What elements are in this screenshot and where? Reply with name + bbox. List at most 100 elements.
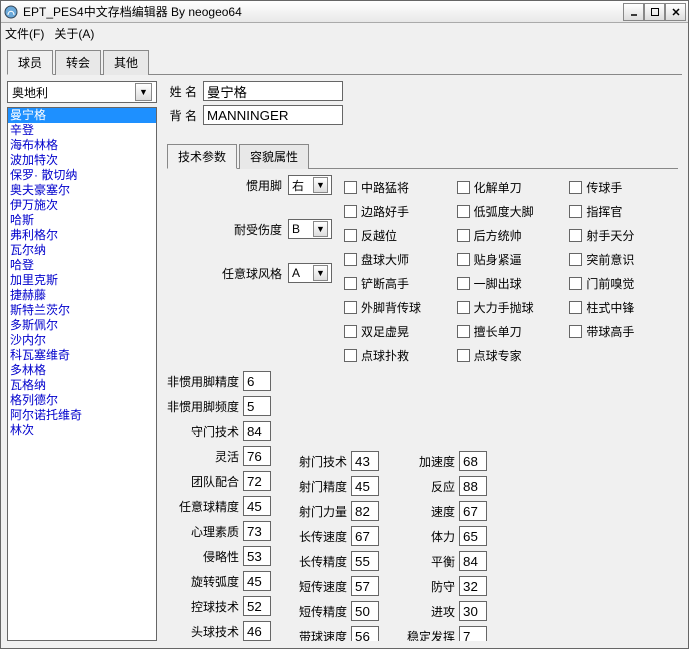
stat-input[interactable] xyxy=(459,576,487,596)
ability-check[interactable]: 点球专家 xyxy=(457,343,566,367)
list-item[interactable]: 海布林格 xyxy=(8,138,156,153)
stat-input[interactable] xyxy=(459,476,487,496)
tab-player[interactable]: 球员 xyxy=(7,50,53,75)
ability-check[interactable]: 一脚出球 xyxy=(457,271,566,295)
stat-input[interactable] xyxy=(351,551,379,571)
list-item[interactable]: 哈斯 xyxy=(8,213,156,228)
ability-check[interactable]: 盘球大师 xyxy=(344,247,453,271)
stat-input[interactable] xyxy=(351,451,379,471)
check-label: 铲断高手 xyxy=(361,275,409,292)
stat-input[interactable] xyxy=(243,596,271,616)
stat-row: 长传速度 xyxy=(299,526,379,546)
fk-combo[interactable]: A ▼ xyxy=(288,263,332,283)
stat-input[interactable] xyxy=(351,476,379,496)
ability-check[interactable]: 反越位 xyxy=(344,223,453,247)
stat-input[interactable] xyxy=(243,421,271,441)
list-item[interactable]: 科瓦塞维奇 xyxy=(8,348,156,363)
ability-check[interactable]: 化解单刀 xyxy=(457,175,566,199)
list-item[interactable]: 多林格 xyxy=(8,363,156,378)
backname-input[interactable] xyxy=(203,105,343,125)
list-item[interactable]: 沙内尔 xyxy=(8,333,156,348)
ability-check[interactable]: 带球高手 xyxy=(569,319,678,343)
ability-check[interactable]: 贴身紧逼 xyxy=(457,247,566,271)
tab-other[interactable]: 其他 xyxy=(103,50,149,75)
tab-appearance[interactable]: 容貌属性 xyxy=(239,144,309,169)
list-item[interactable]: 阿尔诺托维奇 xyxy=(8,408,156,423)
stat-row: 心理素质 xyxy=(167,521,271,541)
name-input[interactable] xyxy=(203,81,343,101)
stat-input[interactable] xyxy=(243,521,271,541)
stat-input[interactable] xyxy=(459,451,487,471)
list-item[interactable]: 林次 xyxy=(8,423,156,438)
ability-check[interactable]: 双足虚晃 xyxy=(344,319,453,343)
stat-input[interactable] xyxy=(459,526,487,546)
stat-input[interactable] xyxy=(243,446,271,466)
stat-input[interactable] xyxy=(243,496,271,516)
ability-check[interactable]: 点球扑救 xyxy=(344,343,453,367)
menu-file[interactable]: 文件(F) xyxy=(5,25,44,42)
ability-check[interactable]: 柱式中锋 xyxy=(569,295,678,319)
stat-input[interactable] xyxy=(459,551,487,571)
stat-input[interactable] xyxy=(243,396,271,416)
ability-check[interactable]: 后方统帅 xyxy=(457,223,566,247)
stat-input[interactable] xyxy=(351,526,379,546)
list-item[interactable]: 瓦格纳 xyxy=(8,378,156,393)
stat-input[interactable] xyxy=(351,576,379,596)
ability-check[interactable]: 突前意识 xyxy=(569,247,678,271)
list-item[interactable]: 斯特兰茨尔 xyxy=(8,303,156,318)
list-item[interactable]: 曼宁格 xyxy=(8,108,156,123)
stat-input[interactable] xyxy=(459,501,487,521)
list-item[interactable]: 多斯佩尔 xyxy=(8,318,156,333)
stat-input[interactable] xyxy=(351,601,379,621)
ability-check[interactable]: 传球手 xyxy=(569,175,678,199)
stat-input[interactable] xyxy=(243,371,271,391)
list-item[interactable]: 瓦尔纳 xyxy=(8,243,156,258)
list-item[interactable]: 加里克斯 xyxy=(8,273,156,288)
player-listbox[interactable]: 曼宁格辛登海布林格波加特次保罗· 散切纳奥夫豪塞尔伊万施次哈斯弗利格尔瓦尔纳哈登… xyxy=(7,107,157,641)
foot-combo[interactable]: 右 ▼ xyxy=(288,175,332,195)
checkbox-icon xyxy=(344,277,357,290)
ability-check[interactable]: 射手天分 xyxy=(569,223,678,247)
ability-check[interactable]: 低弧度大脚 xyxy=(457,199,566,223)
ability-check[interactable]: 外脚背传球 xyxy=(344,295,453,319)
list-item[interactable]: 波加特次 xyxy=(8,153,156,168)
ability-check[interactable]: 指挥官 xyxy=(569,199,678,223)
list-item[interactable]: 奥夫豪塞尔 xyxy=(8,183,156,198)
stat-input[interactable] xyxy=(351,626,379,641)
menu-about[interactable]: 关于(A) xyxy=(54,25,94,42)
stat-input[interactable] xyxy=(459,626,487,641)
tab-tech-params[interactable]: 技术参数 xyxy=(167,144,237,169)
list-item[interactable]: 弗利格尔 xyxy=(8,228,156,243)
close-button[interactable] xyxy=(665,3,686,21)
list-item[interactable]: 伊万施次 xyxy=(8,198,156,213)
country-combo[interactable]: 奥地利 ▼ xyxy=(7,81,157,103)
list-item[interactable]: 保罗· 散切纳 xyxy=(8,168,156,183)
stat-input[interactable] xyxy=(243,621,271,641)
tab-transfer[interactable]: 转会 xyxy=(55,50,101,75)
stat-input[interactable] xyxy=(351,501,379,521)
injury-combo[interactable]: B ▼ xyxy=(288,219,332,239)
list-item[interactable]: 辛登 xyxy=(8,123,156,138)
stats-col-right: 加速度反应速度体力平衡防守进攻稳定发挥保持状态 xyxy=(407,371,487,641)
ability-check[interactable]: 中路猛将 xyxy=(344,175,453,199)
ability-check[interactable]: 擅长单刀 xyxy=(457,319,566,343)
ability-check[interactable]: 边路好手 xyxy=(344,199,453,223)
list-item[interactable]: 捷赫藤 xyxy=(8,288,156,303)
content-area: 球员 转会 其他 奥地利 ▼ 曼宁格辛登海布林格波加特次保罗· 散切纳奥夫豪塞尔… xyxy=(1,43,688,648)
stat-row: 射门技术 xyxy=(299,451,379,471)
ability-check[interactable]: 铲断高手 xyxy=(344,271,453,295)
check-label: 门前嗅觉 xyxy=(586,275,634,292)
stat-input[interactable] xyxy=(243,471,271,491)
stat-input[interactable] xyxy=(243,546,271,566)
stat-row: 进攻 xyxy=(407,601,487,621)
list-item[interactable]: 哈登 xyxy=(8,258,156,273)
maximize-button[interactable] xyxy=(644,3,665,21)
stat-input[interactable] xyxy=(459,601,487,621)
list-item[interactable]: 格列德尔 xyxy=(8,393,156,408)
ability-check[interactable]: 门前嗅觉 xyxy=(569,271,678,295)
stat-row: 长传精度 xyxy=(299,551,379,571)
stat-input[interactable] xyxy=(243,571,271,591)
minimize-button[interactable] xyxy=(623,3,644,21)
ability-check[interactable]: 大力手抛球 xyxy=(457,295,566,319)
check-label: 柱式中锋 xyxy=(586,299,634,316)
